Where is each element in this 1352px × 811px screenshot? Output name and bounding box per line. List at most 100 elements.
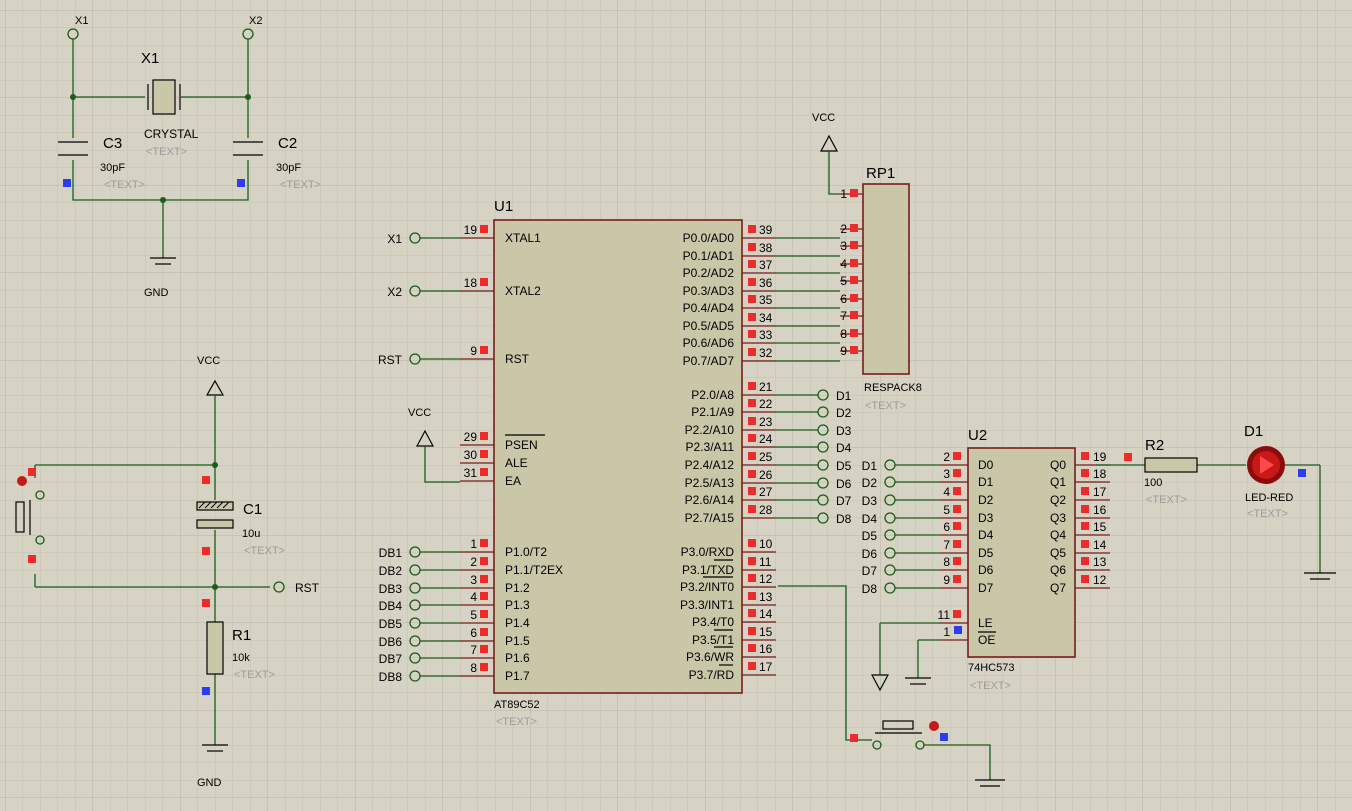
pin-marker xyxy=(953,557,961,565)
pin-marker xyxy=(748,470,756,478)
pin-marker xyxy=(748,295,756,303)
mcu-pin-number: 31 xyxy=(464,466,478,480)
mcu-pin-number: 22 xyxy=(759,397,773,411)
capacitor-c3[interactable] xyxy=(58,138,88,160)
mcu-pin-number: 12 xyxy=(759,572,773,586)
latch-pin-name: D7 xyxy=(978,581,994,595)
mcu-pin-name: P3.5/T1 xyxy=(692,633,734,647)
latch-pin-number: 17 xyxy=(1093,485,1107,499)
gnd-label: GND xyxy=(144,287,169,299)
pin-marker xyxy=(748,609,756,617)
respack-pin-number: 6 xyxy=(840,292,847,306)
mcu-pin-number: 11 xyxy=(759,555,772,569)
pin-marker xyxy=(202,547,210,555)
respack-pin-number: 3 xyxy=(840,239,847,253)
capacitor-c2[interactable] xyxy=(233,138,263,160)
unconnected-pin-marker xyxy=(63,179,71,187)
led-d1[interactable] xyxy=(1247,446,1285,484)
pin-marker xyxy=(748,243,756,251)
pin-marker xyxy=(480,539,488,547)
latch-pin-name: D3 xyxy=(978,511,994,525)
latch-pin-name: Q5 xyxy=(1050,546,1066,560)
pin-marker xyxy=(480,575,488,583)
net-label: D8 xyxy=(836,512,852,526)
mcu-pin-name: PSEN xyxy=(505,438,538,452)
mcu-pin-number: 7 xyxy=(470,643,477,657)
pin-marker xyxy=(748,539,756,547)
crystal-x1[interactable] xyxy=(147,79,181,115)
latch-pin-name: Q4 xyxy=(1050,528,1066,542)
pin-marker xyxy=(748,644,756,652)
mcu-pin-number: 19 xyxy=(464,223,478,237)
latch-pin-number: 8 xyxy=(943,555,950,569)
latch-pin-name: D0 xyxy=(978,458,994,472)
latch-ref: U2 xyxy=(968,427,987,444)
respack-text: <TEXT> xyxy=(865,400,906,412)
respack-body[interactable] xyxy=(862,183,910,375)
pin-marker xyxy=(28,555,36,563)
pin-marker xyxy=(748,662,756,670)
mcu-pin-name: P2.2/A10 xyxy=(685,423,735,437)
pin-marker xyxy=(953,575,961,583)
mcu-pin-name: P1.7 xyxy=(505,669,530,683)
net-label: D4 xyxy=(836,441,852,455)
resistor-r2[interactable] xyxy=(1144,457,1198,473)
pin-marker xyxy=(748,260,756,268)
pin-marker xyxy=(850,311,858,319)
mcu-pin-name: RST xyxy=(505,352,530,366)
pin-marker xyxy=(953,469,961,477)
pin-marker xyxy=(1081,575,1089,583)
pin-marker xyxy=(480,450,488,458)
net-label: D2 xyxy=(862,476,878,490)
net-label: D6 xyxy=(836,477,852,491)
latch-pin-number: 1 xyxy=(943,625,950,639)
unconnected-pin-marker xyxy=(1298,469,1306,477)
resistor-r1[interactable] xyxy=(206,621,224,675)
mcu-pin-name: P1.1/T2EX xyxy=(505,563,563,577)
mcu-pin-number: 34 xyxy=(759,311,773,325)
junction xyxy=(245,94,251,100)
mcu-pin-name: P3.7/RD xyxy=(689,668,735,682)
mcu-pin-number: 1 xyxy=(470,537,477,551)
pin-marker xyxy=(850,189,858,197)
latch-pin-number: 11 xyxy=(938,608,951,622)
rst-label: RST xyxy=(295,581,320,595)
mcu-pin-number: 23 xyxy=(759,415,773,429)
pin-marker xyxy=(850,346,858,354)
mcu-pin-number: 4 xyxy=(470,590,477,604)
net-label: RST xyxy=(378,353,403,367)
mcu-pin-name: P0.2/AD2 xyxy=(683,266,735,280)
pin-marker xyxy=(748,452,756,460)
mcu-pin-number: 2 xyxy=(470,555,477,569)
r2-value: 100 xyxy=(1144,477,1162,489)
crystal-ref: X1 xyxy=(141,50,159,67)
r1-ref: R1 xyxy=(232,627,251,644)
mcu-pin-number: 27 xyxy=(759,485,773,499)
mcu-pin-name: P1.2 xyxy=(505,581,530,595)
pin-marker xyxy=(480,645,488,653)
latch-pin-number: 7 xyxy=(943,538,950,552)
mcu-pin-name: P1.5 xyxy=(505,634,530,648)
mcu-pin-number: 17 xyxy=(759,660,773,674)
respack-pin-number: 9 xyxy=(840,344,847,358)
pin-marker xyxy=(1081,522,1089,530)
net-label: DB7 xyxy=(379,652,403,666)
pin-marker xyxy=(480,663,488,671)
mcu-pin-number: 33 xyxy=(759,328,773,342)
pin-marker xyxy=(953,540,961,548)
latch-pin-number: 4 xyxy=(943,485,950,499)
schematic-canvas[interactable]: X1 X2 X1 CRYSTAL <TEXT> C3 30pF <TEXT> C xyxy=(0,0,1352,811)
latch-pin-number: 14 xyxy=(1093,538,1107,552)
pin-marker xyxy=(1081,505,1089,513)
unconnected-pin-marker xyxy=(954,626,962,634)
mcu-pin-name: EA xyxy=(505,474,521,488)
pin-marker xyxy=(480,468,488,476)
pin-marker xyxy=(480,610,488,618)
r2-text: <TEXT> xyxy=(1146,494,1187,506)
r1-value: 10k xyxy=(232,652,250,664)
net-label: DB4 xyxy=(379,599,403,613)
net-label: X2 xyxy=(387,285,402,299)
mcu-pin-number: 14 xyxy=(759,607,773,621)
pin-marker xyxy=(748,225,756,233)
pin-marker xyxy=(1081,540,1089,548)
